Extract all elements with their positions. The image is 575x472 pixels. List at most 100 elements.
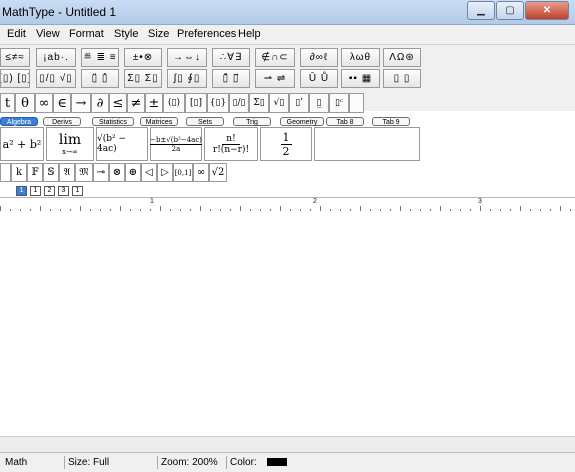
menu-preferences[interactable]: Preferences — [177, 28, 236, 40]
tab-matrices[interactable]: Matrices — [140, 117, 178, 126]
symbol-t-button[interactable]: t — [0, 93, 15, 113]
tab-statistics[interactable]: Statistics — [92, 117, 134, 126]
maximize-button[interactable]: ▢ — [496, 1, 524, 20]
symbol-triangle-left-button[interactable]: ◁ — [141, 163, 157, 182]
tab-9[interactable]: Tab 9 — [372, 117, 410, 126]
ruler-number-1: 1 — [150, 198, 154, 205]
symbol-infinity-small-button[interactable]: ∞ — [193, 163, 209, 182]
relations-palette-button[interactable]: ≤≠≈ — [0, 48, 30, 67]
tab-8[interactable]: Tab 8 — [326, 117, 364, 126]
combination-denominator: r!(n−r)! — [212, 144, 250, 155]
template-one-half[interactable]: 1 2 — [260, 127, 312, 161]
embellishments-palette-button[interactable]: ≝ ≣ ≡ — [81, 48, 119, 67]
status-color-swatch — [267, 458, 287, 466]
greek-lower-palette-button[interactable]: λωθ — [341, 48, 380, 67]
symbol-theta-button[interactable]: θ — [15, 93, 35, 113]
labeled-arrows-palette-button[interactable]: ⇀ ⇌ — [255, 69, 295, 88]
equation-editing-area[interactable] — [0, 211, 575, 436]
brackets-template-button[interactable]: [▯] — [185, 93, 207, 113]
quadratic-numerator: −b±√(b²−4ac) — [150, 135, 202, 145]
size-button-2[interactable]: 1 — [30, 186, 41, 196]
symbol-f-button[interactable]: 𝔽 — [27, 163, 43, 182]
symbol-plusminus-button[interactable]: ± — [145, 93, 163, 113]
menu-help[interactable]: Help — [238, 28, 261, 40]
close-button[interactable]: ✕ — [525, 1, 569, 20]
symbol-fraktur-m-button[interactable]: 𝔐 — [75, 163, 93, 182]
template-empty-slot[interactable] — [314, 127, 420, 161]
combination-numerator: n! — [222, 134, 240, 145]
boxes-palette-button[interactable]: ▯ ▯ — [383, 69, 421, 88]
sub-superscript-template-button[interactable]: ▯ᶜ — [329, 93, 349, 113]
limit-label: lim — [58, 132, 82, 148]
size-button-3[interactable]: 2 — [44, 186, 55, 196]
superscript-template-button[interactable]: ▯ʹ — [289, 93, 309, 113]
logic-palette-button[interactable]: ∴∀∃ — [212, 48, 250, 67]
size-button-1[interactable]: 1 — [16, 186, 27, 196]
ruler-number-3: 3 — [478, 198, 482, 205]
matrices-palette-button[interactable]: ▪▪ ▦ — [341, 69, 380, 88]
symbol-leq-button[interactable]: ≤ — [109, 93, 127, 113]
tab-derivs[interactable]: Derivs — [43, 117, 81, 126]
symbol-interval-button[interactable]: [0,1] — [173, 163, 193, 182]
symbol-k-button[interactable]: k — [11, 163, 27, 182]
title-bar: MathType - Untitled 1 ▁ ▢ ✕ — [0, 0, 575, 25]
menu-size[interactable]: Size — [148, 28, 169, 40]
greek-upper-palette-button[interactable]: ΛΩ⊛ — [383, 48, 421, 67]
tab-trig[interactable]: Trig — [233, 117, 271, 126]
spaces-palette-button[interactable]: ¡ab·. — [36, 48, 76, 67]
bars-palette-button[interactable]: ▯̄ ▯⃗ — [212, 69, 250, 88]
menu-edit[interactable]: Edit — [7, 28, 26, 40]
ruler[interactable]: 1 2 3 — [0, 197, 575, 212]
symbol-sqrt2-button[interactable]: √2 — [209, 163, 227, 182]
symbol-otimes-button[interactable]: ⊗ — [109, 163, 125, 182]
status-bar: Math Size: Full Zoom: 200% Color: — [0, 452, 575, 472]
braces-template-button[interactable]: {▯} — [207, 93, 229, 113]
horizontal-scrollbar[interactable] — [0, 436, 575, 453]
symbol-multimap-button[interactable]: ⊸ — [93, 163, 109, 182]
symbol-fraktur-a-button[interactable]: 𝔄 — [59, 163, 75, 182]
window-title: MathType - Untitled 1 — [2, 5, 117, 19]
size-button-4[interactable]: 3 — [58, 186, 69, 196]
symbol-neq-button[interactable]: ≠ — [127, 93, 145, 113]
subscript-template-button[interactable]: ▯̲ — [309, 93, 329, 113]
menu-style[interactable]: Style — [114, 28, 138, 40]
integrals-palette-button[interactable]: ∫▯ ∮▯ — [167, 69, 207, 88]
minimize-button[interactable]: ▁ — [467, 1, 495, 20]
sum-template-button[interactable]: Σ▯ — [249, 93, 269, 113]
operators-palette-button[interactable]: ±•⊗ — [124, 48, 162, 67]
menu-view[interactable]: View — [36, 28, 60, 40]
symbol-arrow-button[interactable]: → — [71, 93, 91, 113]
template-combination[interactable]: n! r!(n−r)! — [204, 127, 258, 161]
fraction-template-button[interactable]: ▯/▯ — [229, 93, 249, 113]
tab-algebra[interactable]: Algebra — [0, 117, 38, 126]
symbol-triangle-right-button[interactable]: ▷ — [157, 163, 173, 182]
status-size: Size: Full — [64, 456, 109, 469]
products-palette-button[interactable]: Ū Ů — [300, 69, 338, 88]
fences-palette-button[interactable]: (▯) [▯] — [0, 69, 30, 88]
symbol-partial-button[interactable]: ∂ — [91, 93, 109, 113]
scripts-palette-button[interactable]: ▯̈ ▯̂ — [81, 69, 119, 88]
menu-format[interactable]: Format — [69, 28, 104, 40]
symbol-oplus-button[interactable]: ⊕ — [125, 163, 141, 182]
parentheses-template-button[interactable]: (▯) — [163, 93, 185, 113]
fractions-palette-button[interactable]: ▯/▯ √▯ — [36, 69, 76, 88]
misc-symbols-palette-button[interactable]: ∂∞ℓ — [300, 48, 338, 67]
template-sum-of-squares[interactable]: a² + b² — [0, 127, 44, 161]
template-discriminant[interactable]: √(b² − 4ac) — [96, 127, 148, 161]
tab-sets[interactable]: Sets — [186, 117, 224, 126]
status-color-label: Color: — [226, 456, 257, 469]
template-quadratic-formula[interactable]: −b±√(b²−4ac) 2a — [150, 127, 202, 161]
sqrt-template-button[interactable]: √▯ — [269, 93, 289, 113]
quadratic-denominator: 2a — [171, 144, 181, 153]
size-button-5[interactable]: 1 — [72, 186, 83, 196]
tab-geometry[interactable]: Geometry — [280, 117, 324, 126]
symbol-element-button[interactable]: ∈ — [53, 93, 71, 113]
symbol-s-button[interactable]: 𝕊 — [43, 163, 59, 182]
symbol-infinity-button[interactable]: ∞ — [35, 93, 53, 113]
empty-slot-button[interactable] — [349, 93, 364, 113]
arrows-palette-button[interactable]: →⇔↓ — [167, 48, 207, 67]
symbol-slot-0[interactable] — [0, 163, 11, 182]
sums-palette-button[interactable]: Σ▯ Σ▯ — [124, 69, 162, 88]
set-theory-palette-button[interactable]: ∉∩⊂ — [255, 48, 295, 67]
template-limit[interactable]: lim x→∞ — [46, 127, 94, 161]
